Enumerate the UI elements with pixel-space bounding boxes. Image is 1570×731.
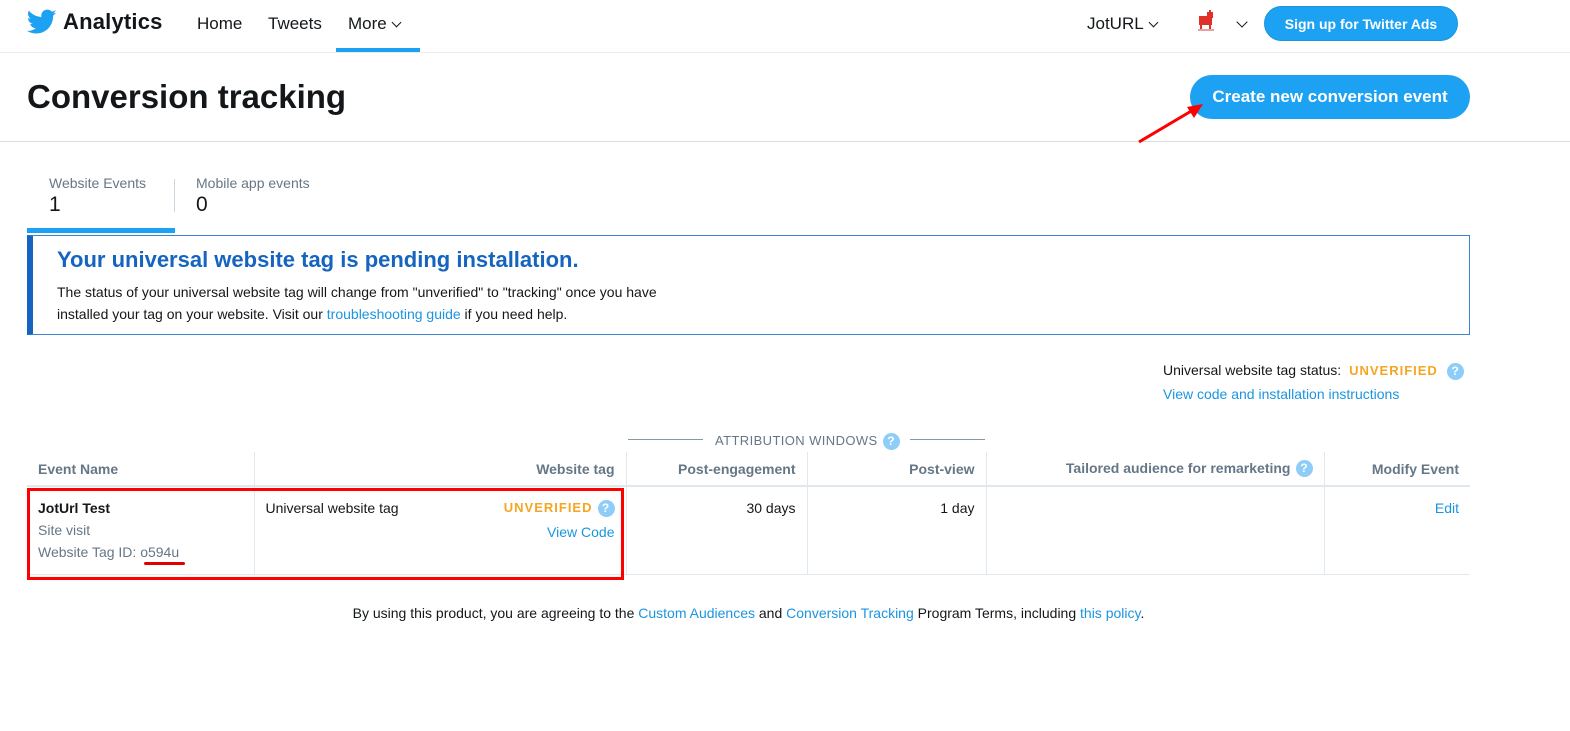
attribution-label: ATTRIBUTION WINDOWS? xyxy=(715,433,900,451)
col-post-engagement[interactable]: Post-engagement xyxy=(625,452,807,487)
avatar-icon[interactable] xyxy=(1196,10,1216,32)
attribution-label-text: ATTRIBUTION WINDOWS xyxy=(715,433,878,448)
chevron-down-icon xyxy=(391,17,402,28)
events-table: Event Name Website tag Post-engagement P… xyxy=(27,452,1470,575)
col-modify-event: Modify Event xyxy=(1323,452,1470,487)
view-code-link[interactable]: View Code xyxy=(547,524,614,540)
col-website-tag[interactable]: Website tag xyxy=(253,452,626,487)
tab-website-events[interactable]: Website Events 1 xyxy=(49,175,146,217)
tag-status: Universal website tag status: UNVERIFIED… xyxy=(1163,362,1464,380)
tag-status-text: UNVERIFIED xyxy=(503,500,593,515)
website-tag-name: Universal website tag xyxy=(265,500,399,516)
header-divider xyxy=(0,141,1570,142)
alert-title: Your universal website tag is pending in… xyxy=(57,247,579,272)
top-nav: Analytics Home Tweets More JotURL Sign u… xyxy=(0,0,1570,53)
brand[interactable]: Analytics xyxy=(27,9,163,35)
annotation-underline xyxy=(144,562,185,565)
tab-separator xyxy=(174,179,175,212)
tab-label: Mobile app events xyxy=(196,175,310,191)
tab-label: Website Events xyxy=(49,175,147,191)
create-conversion-event-button[interactable]: Create new conversion event xyxy=(1190,75,1470,119)
brand-title: Analytics xyxy=(63,9,163,34)
col-tailored-label: Tailored audience for remarketing xyxy=(1065,459,1291,476)
signup-ads-button[interactable]: Sign up for Twitter Ads xyxy=(1264,6,1458,41)
chevron-down-icon[interactable] xyxy=(1236,16,1248,28)
view-code-instructions-link[interactable]: View code and installation instructions xyxy=(1163,386,1399,402)
post-view-cell: 1 day xyxy=(806,486,986,575)
tab-active-indicator xyxy=(27,228,175,233)
attribution-line-right xyxy=(910,439,985,440)
help-icon[interactable]: ? xyxy=(1446,362,1464,380)
table-row: JotUrl Test Site visit Website Tag ID: o… xyxy=(27,486,1470,575)
footer-text: and xyxy=(755,605,787,621)
annotation-arrow-icon xyxy=(1138,104,1203,144)
pending-installation-alert: Your universal website tag is pending in… xyxy=(27,235,1470,335)
attribution-line-left xyxy=(628,439,703,440)
help-icon[interactable]: ? xyxy=(1295,460,1313,478)
table-header-row: Event Name Website tag Post-engagement P… xyxy=(27,452,1470,487)
twitter-bird-icon xyxy=(27,9,57,34)
attribution-windows-header: ATTRIBUTION WINDOWS? xyxy=(628,432,985,451)
tab-count: 0 xyxy=(196,193,208,216)
account-switcher[interactable]: JotURL xyxy=(1087,14,1159,34)
col-event-name[interactable]: Event Name xyxy=(27,452,254,487)
footer-text: . xyxy=(1140,605,1145,621)
nav-more[interactable]: More xyxy=(348,14,402,34)
tab-mobile-app-events[interactable]: Mobile app events 0 xyxy=(196,175,310,217)
event-type: Site visit xyxy=(38,522,91,538)
help-icon[interactable]: ? xyxy=(597,500,615,518)
tag-id-label: Website Tag ID: xyxy=(38,544,141,560)
tag-status-label: Universal website tag status: xyxy=(1163,362,1342,378)
event-name: JotUrl Test xyxy=(38,500,111,516)
status-badge: UNVERIFIED xyxy=(1349,363,1438,378)
custom-audiences-link[interactable]: Custom Audiences xyxy=(638,605,755,621)
col-post-view[interactable]: Post-view xyxy=(806,452,986,487)
nav-active-indicator xyxy=(336,48,420,52)
page-title: Conversion tracking xyxy=(27,78,347,115)
alert-text: The status of your universal website tag… xyxy=(57,281,677,325)
footer-text: Program Terms, including xyxy=(913,605,1081,621)
event-name-cell: JotUrl Test Site visit Website Tag ID: o… xyxy=(27,486,254,575)
nav-tweets[interactable]: Tweets xyxy=(268,14,322,34)
edit-event-link[interactable]: Edit xyxy=(1435,500,1459,516)
tailored-audience-cell xyxy=(985,486,1324,575)
terms-footer: By using this product, you are agreeing … xyxy=(0,605,1497,621)
tab-count: 1 xyxy=(49,193,61,216)
footer-text: By using this product, you are agreeing … xyxy=(352,605,639,621)
website-tag-cell: Universal website tag UNVERIFIED? View C… xyxy=(253,486,626,575)
modify-cell: Edit xyxy=(1323,486,1470,575)
help-icon[interactable]: ? xyxy=(882,433,900,451)
nav-home[interactable]: Home xyxy=(197,14,242,34)
col-tailored-audience[interactable]: Tailored audience for remarketing? xyxy=(985,452,1324,487)
post-engagement-cell: 30 days xyxy=(625,486,807,575)
this-policy-link[interactable]: this policy xyxy=(1080,605,1140,621)
chevron-down-icon xyxy=(1148,17,1159,28)
alert-text-part: if you need help. xyxy=(460,306,568,322)
account-name: JotURL xyxy=(1087,14,1144,33)
status-badge: UNVERIFIED? xyxy=(503,500,615,518)
website-tag-id: Website Tag ID: o594u xyxy=(38,544,243,560)
tag-id-value: o594u xyxy=(140,544,180,560)
conversion-tracking-link[interactable]: Conversion Tracking xyxy=(786,605,914,621)
troubleshooting-guide-link[interactable]: troubleshooting guide xyxy=(327,306,461,322)
nav-more-label: More xyxy=(348,14,387,33)
